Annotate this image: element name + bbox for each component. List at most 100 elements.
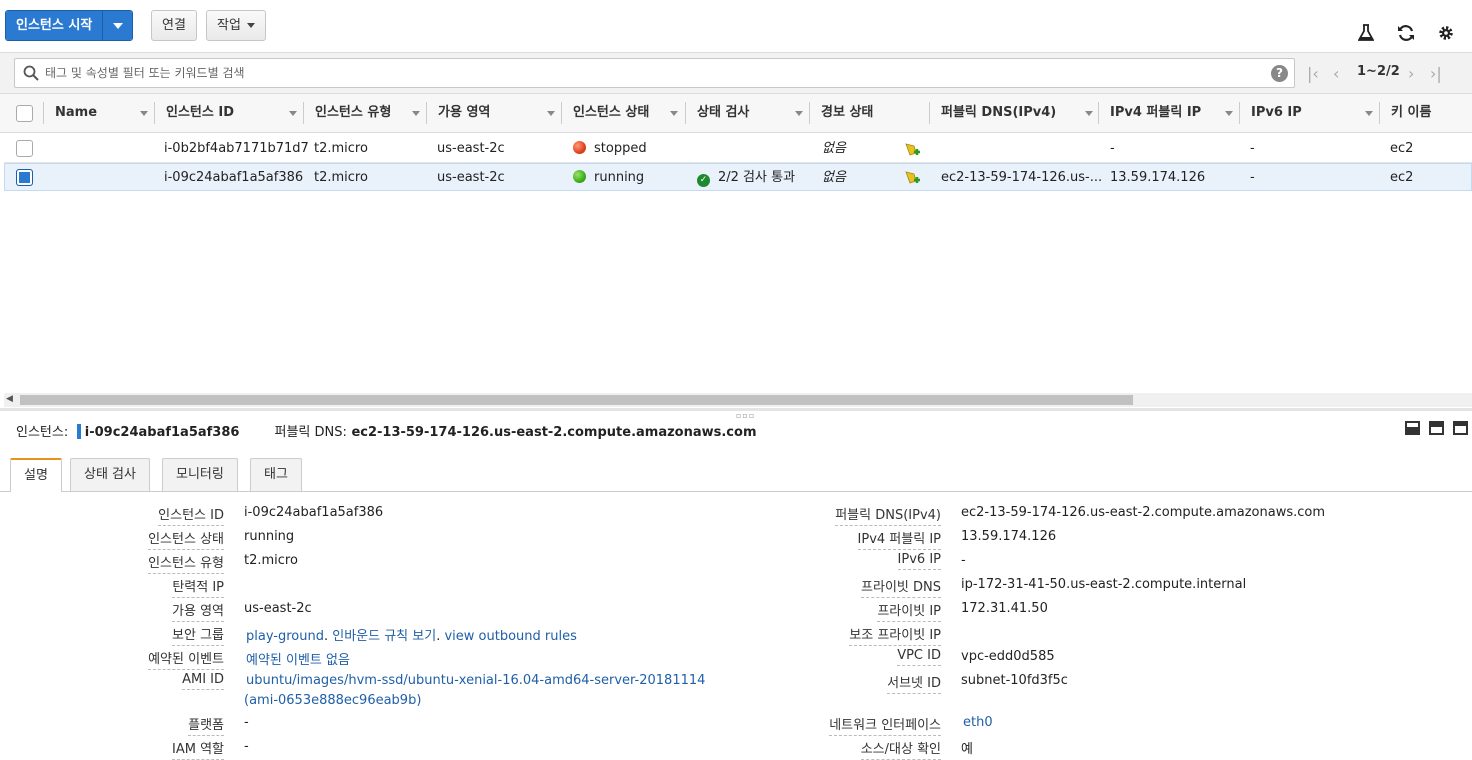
column-public-ip[interactable]: IPv4 퍼블릭 IP bbox=[1110, 94, 1201, 132]
chevron-down-icon bbox=[112, 22, 123, 29]
detail-label: 네트워크 인터페이스 bbox=[829, 714, 941, 736]
detail-value: ip-172-31-41-50.us-east-2.compute.intern… bbox=[961, 577, 1247, 592]
first-page-icon[interactable]: |‹ bbox=[1307, 64, 1319, 83]
cell-state: running bbox=[573, 164, 644, 192]
cell-public-ip: - bbox=[1110, 141, 1115, 156]
horizontal-scrollbar[interactable]: ◀ bbox=[4, 393, 1472, 407]
toolbar: 인스턴스 시작 연결 작업 bbox=[0, 0, 1472, 52]
tab-status-checks[interactable]: 상태 검사 bbox=[70, 458, 150, 491]
detail-value: 예 bbox=[961, 742, 973, 757]
gear-icon[interactable] bbox=[1435, 22, 1457, 44]
detail-dns: ec2-13-59-174-126.us-east-2.compute.amaz… bbox=[351, 425, 757, 440]
sort-icon[interactable] bbox=[670, 111, 678, 116]
network-interface-link[interactable]: eth0 bbox=[963, 715, 993, 730]
cell-public-ip: 13.59.174.126 bbox=[1110, 170, 1206, 185]
column-instance-state[interactable]: 인스턴스 상태 bbox=[573, 94, 649, 132]
column-ipv6[interactable]: IPv6 IP bbox=[1251, 94, 1302, 132]
connect-button[interactable]: 연결 bbox=[151, 10, 197, 41]
sort-icon[interactable] bbox=[1085, 111, 1093, 116]
outbound-rules-link[interactable]: view outbound rules bbox=[444, 629, 576, 644]
search-box[interactable]: ? bbox=[14, 58, 1295, 88]
search-input[interactable] bbox=[45, 64, 1245, 82]
ami-id-link[interactable]: (ami-0653e888ec96eab9b) bbox=[244, 693, 421, 708]
tab-description[interactable]: 설명 bbox=[10, 458, 62, 492]
detail-label: 서브넷 ID bbox=[887, 672, 941, 694]
cell-zone: us-east-2c bbox=[437, 170, 505, 185]
launch-instance-dropdown[interactable] bbox=[102, 11, 133, 40]
detail-value: i-09c24abaf1a5af386 bbox=[244, 505, 384, 520]
cell-ipv6: - bbox=[1250, 141, 1255, 156]
next-page-icon[interactable]: › bbox=[1408, 64, 1414, 83]
tab-monitoring[interactable]: 모니터링 bbox=[162, 458, 238, 491]
resize-grip-icon[interactable]: ▫▫▫ bbox=[736, 411, 755, 420]
detail-label: 프라이빗 DNS bbox=[861, 576, 941, 598]
actions-button[interactable]: 작업 bbox=[206, 10, 266, 41]
refresh-icon[interactable] bbox=[1395, 22, 1417, 44]
ami-link[interactable]: ubuntu/images/hvm-ssd/ubuntu-xenial-16.0… bbox=[246, 673, 705, 688]
detail-label: 인스턴스 상태 bbox=[148, 528, 224, 550]
alarm-add-icon[interactable] bbox=[903, 169, 921, 187]
column-instance-id[interactable]: 인스턴스 ID bbox=[166, 94, 234, 132]
column-instance-type[interactable]: 인스턴스 유형 bbox=[315, 94, 391, 132]
running-status-icon bbox=[573, 170, 586, 183]
filter-bar: ? bbox=[0, 52, 1472, 94]
alarm-add-icon[interactable] bbox=[903, 141, 921, 159]
pane-middle-icon[interactable] bbox=[1429, 421, 1444, 435]
scheduled-events-link[interactable]: 예약된 이벤트 없음 bbox=[246, 649, 350, 668]
stopped-status-icon bbox=[573, 141, 586, 154]
column-zone[interactable]: 가용 영역 bbox=[438, 94, 490, 132]
column-key-name[interactable]: 키 이름 bbox=[1391, 94, 1431, 132]
cell-status-check: ✓ 2/2 검사 통과 bbox=[697, 164, 795, 192]
sort-icon[interactable] bbox=[1365, 111, 1373, 116]
detail-value: 13.59.174.126 bbox=[961, 529, 1057, 544]
help-icon[interactable]: ? bbox=[1271, 65, 1288, 82]
column-public-dns[interactable]: 퍼블릭 DNS(IPv4) bbox=[941, 94, 1056, 132]
column-name[interactable]: Name bbox=[55, 94, 97, 132]
cell-type: t2.micro bbox=[314, 141, 368, 156]
sort-icon[interactable] bbox=[412, 111, 420, 116]
launch-instance-button[interactable]: 인스턴스 시작 bbox=[6, 11, 103, 40]
last-page-icon[interactable]: ›| bbox=[1430, 64, 1442, 83]
detail-value: running bbox=[244, 529, 295, 544]
cell-key: ec2 bbox=[1390, 170, 1414, 185]
row-checkbox[interactable] bbox=[16, 169, 33, 186]
security-group-links: play-ground. 인바운드 규칙 보기. view outbound r… bbox=[246, 629, 577, 644]
scroll-left-icon[interactable]: ◀ bbox=[6, 394, 13, 404]
detail-label: 소스/대상 확인 bbox=[860, 738, 941, 760]
sort-icon[interactable] bbox=[289, 111, 297, 116]
pane-top-icon[interactable] bbox=[1453, 421, 1468, 435]
detail-value: t2.micro bbox=[244, 553, 298, 568]
security-group-link[interactable]: play-ground bbox=[246, 629, 324, 644]
inbound-rules-link[interactable]: 인바운드 규칙 보기 bbox=[332, 629, 436, 644]
flask-icon[interactable] bbox=[1355, 22, 1377, 44]
table-row[interactable]: i-0b2bf4ab7171b71d7 t2.micro us-east-2c … bbox=[4, 135, 1472, 163]
scrollbar-thumb[interactable] bbox=[20, 395, 1133, 405]
sort-icon[interactable] bbox=[547, 111, 555, 116]
detail-label: VPC ID bbox=[897, 648, 941, 666]
sort-icon[interactable] bbox=[795, 111, 803, 116]
connect-button-label: 연결 bbox=[162, 18, 186, 33]
detail-label: 인스턴스 유형 bbox=[148, 552, 224, 574]
launch-instance-button-group[interactable]: 인스턴스 시작 bbox=[5, 10, 134, 41]
table-row[interactable]: i-09c24abaf1a5af386 t2.micro us-east-2c … bbox=[4, 163, 1472, 191]
row-checkbox[interactable] bbox=[16, 140, 33, 157]
instance-label: 인스턴스: bbox=[16, 425, 69, 440]
detail-label: 프라이빗 IP bbox=[877, 600, 941, 622]
detail-value: - bbox=[244, 739, 249, 754]
column-status-check[interactable]: 상태 검사 bbox=[697, 94, 749, 132]
pane-bottom-icon[interactable] bbox=[1405, 421, 1420, 435]
sort-icon[interactable] bbox=[140, 111, 148, 116]
detail-value: - bbox=[961, 553, 966, 568]
cell-type: t2.micro bbox=[314, 170, 368, 185]
select-all-checkbox[interactable] bbox=[16, 105, 33, 122]
dns-label: 퍼블릭 DNS: bbox=[274, 425, 347, 440]
detail-label: AMI ID bbox=[182, 672, 224, 690]
cell-instance-id: i-0b2bf4ab7171b71d7 bbox=[164, 141, 309, 156]
cell-ipv6: - bbox=[1250, 170, 1255, 185]
tab-tags[interactable]: 태그 bbox=[250, 458, 302, 491]
sort-icon[interactable] bbox=[1225, 111, 1233, 116]
cell-instance-id: i-09c24abaf1a5af386 bbox=[164, 170, 304, 185]
actions-button-label: 작업 bbox=[217, 18, 241, 33]
column-alarm-status[interactable]: 경보 상태 bbox=[821, 94, 873, 132]
prev-page-icon[interactable]: ‹ bbox=[1333, 64, 1339, 83]
